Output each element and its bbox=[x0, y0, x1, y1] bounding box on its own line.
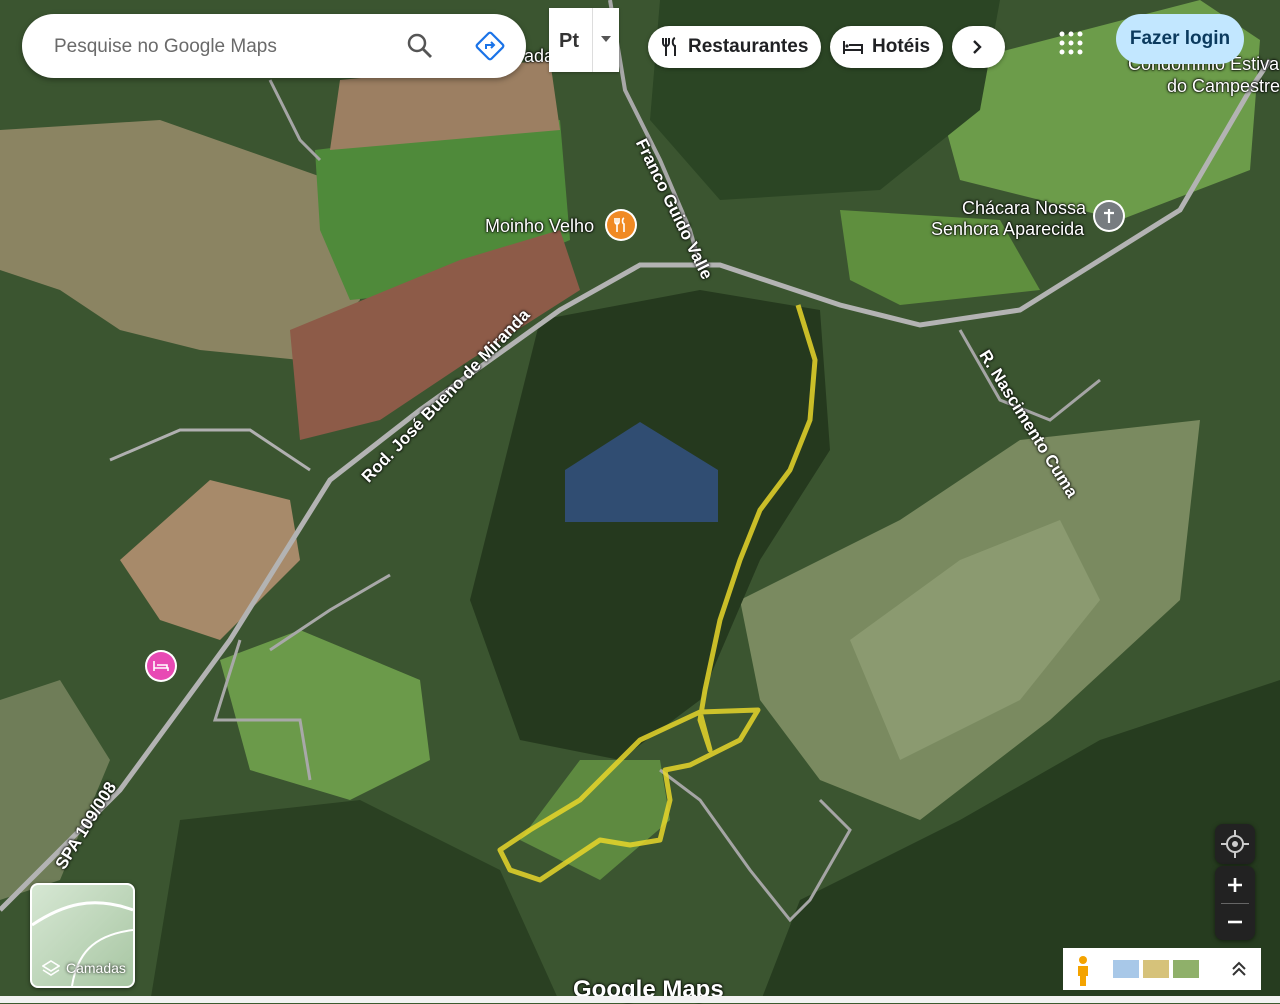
hotel-icon bbox=[843, 41, 863, 54]
chip-more[interactable] bbox=[952, 26, 1005, 68]
my-location-button[interactable] bbox=[1215, 824, 1255, 864]
church-pin[interactable] bbox=[1095, 202, 1123, 230]
place-label-moinho[interactable]: Moinho Velho bbox=[485, 216, 594, 237]
chip-restaurants[interactable]: Restaurantes bbox=[648, 26, 821, 68]
zoom-controls bbox=[1215, 866, 1255, 940]
attribution-bar bbox=[0, 996, 1280, 1003]
divider bbox=[592, 8, 593, 72]
chip-label: Hotéis bbox=[872, 36, 931, 57]
search-icon[interactable] bbox=[406, 32, 434, 60]
zoom-out-button[interactable] bbox=[1215, 904, 1255, 940]
restaurant-icon bbox=[662, 37, 676, 56]
layers-button[interactable]: Camadas bbox=[30, 883, 135, 988]
layers-label: Camadas bbox=[66, 960, 126, 976]
imagery-thumbnail-2[interactable] bbox=[1143, 960, 1169, 978]
hotel-pin[interactable] bbox=[147, 652, 175, 680]
expand-up-icon[interactable] bbox=[1229, 959, 1249, 979]
directions-icon[interactable] bbox=[474, 30, 506, 62]
fork-knife-icon bbox=[614, 217, 625, 232]
minus-icon bbox=[1228, 920, 1242, 924]
chevron-right-icon bbox=[973, 40, 982, 54]
place-label-chacara-2[interactable]: Senhora Aparecida bbox=[931, 219, 1084, 240]
restaurant-pin[interactable] bbox=[607, 211, 635, 239]
zoom-in-button[interactable] bbox=[1215, 867, 1255, 903]
apps-grid-icon[interactable] bbox=[1058, 30, 1084, 56]
search-input[interactable] bbox=[52, 30, 396, 64]
chip-hotels[interactable]: Hotéis bbox=[830, 26, 943, 68]
bottom-toolbar bbox=[1063, 948, 1261, 990]
place-label-condominio-2[interactable]: do Campestre bbox=[1167, 76, 1280, 97]
cross-icon bbox=[1104, 209, 1114, 223]
bed-icon bbox=[153, 661, 169, 671]
my-location-icon bbox=[1221, 830, 1249, 858]
imagery-thumbnail-1[interactable] bbox=[1113, 960, 1139, 978]
chip-label: Restaurantes bbox=[688, 36, 809, 57]
login-button[interactable]: Fazer login bbox=[1116, 14, 1244, 64]
pegman-icon[interactable] bbox=[1063, 948, 1103, 990]
language-selector[interactable]: Pt bbox=[549, 8, 619, 72]
search-box bbox=[22, 14, 526, 78]
layers-icon bbox=[42, 960, 60, 976]
imagery-thumbnail-3[interactable] bbox=[1173, 960, 1199, 978]
place-label-chacara-1[interactable]: Chácara Nossa bbox=[962, 198, 1086, 219]
plus-icon bbox=[1228, 878, 1242, 892]
language-label: Pt bbox=[559, 30, 579, 52]
chevron-down-icon[interactable] bbox=[601, 36, 611, 42]
